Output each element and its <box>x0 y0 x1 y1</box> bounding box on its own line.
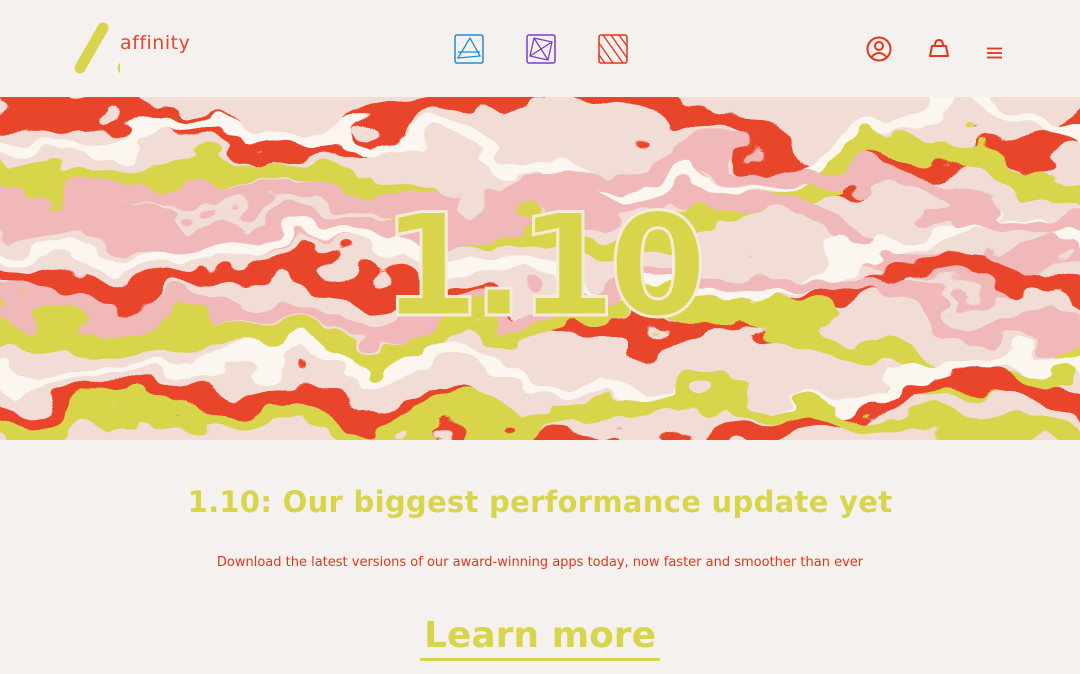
hero-banner: 1.10 <box>0 97 1080 440</box>
headline: 1.10: Our biggest performance update yet <box>187 485 893 519</box>
affinity-logo-mark-icon <box>74 22 131 75</box>
affinity-logo[interactable]: affinity <box>70 20 210 80</box>
account-icon[interactable] <box>866 36 892 66</box>
menu-icon[interactable] <box>987 44 1002 63</box>
brand-name: affinity <box>120 32 191 54</box>
affinity-photo-icon[interactable] <box>526 34 556 64</box>
subheadline: Download the latest versions of our awar… <box>216 555 864 570</box>
cart-icon[interactable] <box>928 38 950 64</box>
site-header: affinity <box>0 0 1080 97</box>
version-number: 1.10 <box>379 184 708 349</box>
affinity-designer-icon[interactable] <box>454 34 484 64</box>
affinity-publisher-icon[interactable] <box>598 34 628 64</box>
learn-more-link[interactable]: Learn more <box>420 616 660 661</box>
